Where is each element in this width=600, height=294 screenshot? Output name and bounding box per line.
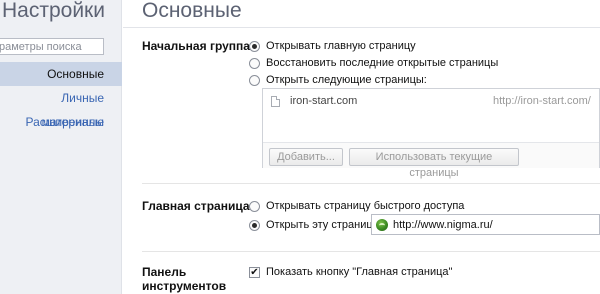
startup-option-home[interactable]: Открывать главную страницу xyxy=(249,39,416,53)
homepage-url-value: http://www.nigma.ru/ xyxy=(393,218,493,231)
sidebar-item-personal[interactable]: Личные материалы xyxy=(0,86,122,129)
homepage-option-quick-access-label: Открывать страницу быстрого доступа xyxy=(266,200,465,212)
startup-option-home-label: Открывать главную страницу xyxy=(266,40,416,52)
list-item[interactable]: iron-start.com http://iron-start.com/ xyxy=(263,89,599,113)
radio-checked[interactable] xyxy=(249,219,260,231)
homepage-option-this-page[interactable]: Открыть эту страницу: xyxy=(249,218,381,232)
sidebar-item-basic[interactable]: Основные xyxy=(0,62,122,86)
sidebar-title: Настройки xyxy=(2,0,105,22)
homepage-option-quick-access[interactable]: Открывать страницу быстрого доступа xyxy=(249,199,464,213)
radio-checked[interactable] xyxy=(249,40,260,52)
homepage-url-field[interactable]: http://www.nigma.ru/ xyxy=(371,214,600,235)
search-input[interactable] xyxy=(0,38,104,55)
toolbar-label-line2: инструментов xyxy=(142,279,227,293)
section-divider xyxy=(142,183,600,184)
startup-option-pages-label: Открыть следующие страницы: xyxy=(266,74,427,86)
startup-option-pages[interactable]: Открыть следующие страницы: xyxy=(249,73,427,87)
section-divider xyxy=(142,251,600,252)
radio-unchecked[interactable] xyxy=(249,74,260,86)
page-url: http://iron-start.com/ xyxy=(493,95,591,107)
startup-option-restore-label: Восстановить последние открытые страницы xyxy=(266,57,499,69)
toolbar-section-label: Панель инструментов xyxy=(142,265,226,293)
startup-option-restore[interactable]: Восстановить последние открытые страницы xyxy=(249,56,498,70)
radio-unchecked[interactable] xyxy=(249,200,260,212)
toolbar-label-line1: Панель xyxy=(142,265,187,279)
nigma-favicon-icon xyxy=(376,218,388,231)
page-icon xyxy=(271,95,280,107)
settings-main: Основные Начальная группа Открывать глав… xyxy=(123,0,600,294)
show-home-button-label: Показать кнопку "Главная страница" xyxy=(266,266,453,278)
radio-unchecked[interactable] xyxy=(249,57,260,69)
use-current-pages-button[interactable]: Использовать текущие страницы xyxy=(349,148,519,179)
homepage-option-this-page-label: Открыть эту страницу: xyxy=(266,219,382,231)
add-page-button[interactable]: Добавить... xyxy=(269,148,343,166)
settings-sidebar: Настройки Основные Личные материалы Расш… xyxy=(0,0,122,294)
pages-button-bar: Добавить... Использовать текущие страниц… xyxy=(263,142,599,179)
title-divider xyxy=(123,27,600,28)
homepage-section-label: Главная страница xyxy=(142,199,250,213)
checkbox-checked[interactable]: ✔ xyxy=(249,266,260,278)
page-name: iron-start.com xyxy=(290,95,358,107)
sidebar-item-advanced[interactable]: Расширенные xyxy=(0,110,122,134)
page-title: Основные xyxy=(142,0,242,22)
startup-pages-list: iron-start.com http://iron-start.com/ До… xyxy=(262,88,600,179)
show-home-button-option[interactable]: ✔ Показать кнопку "Главная страница" xyxy=(249,265,452,279)
startup-section-label: Начальная группа xyxy=(142,39,250,53)
